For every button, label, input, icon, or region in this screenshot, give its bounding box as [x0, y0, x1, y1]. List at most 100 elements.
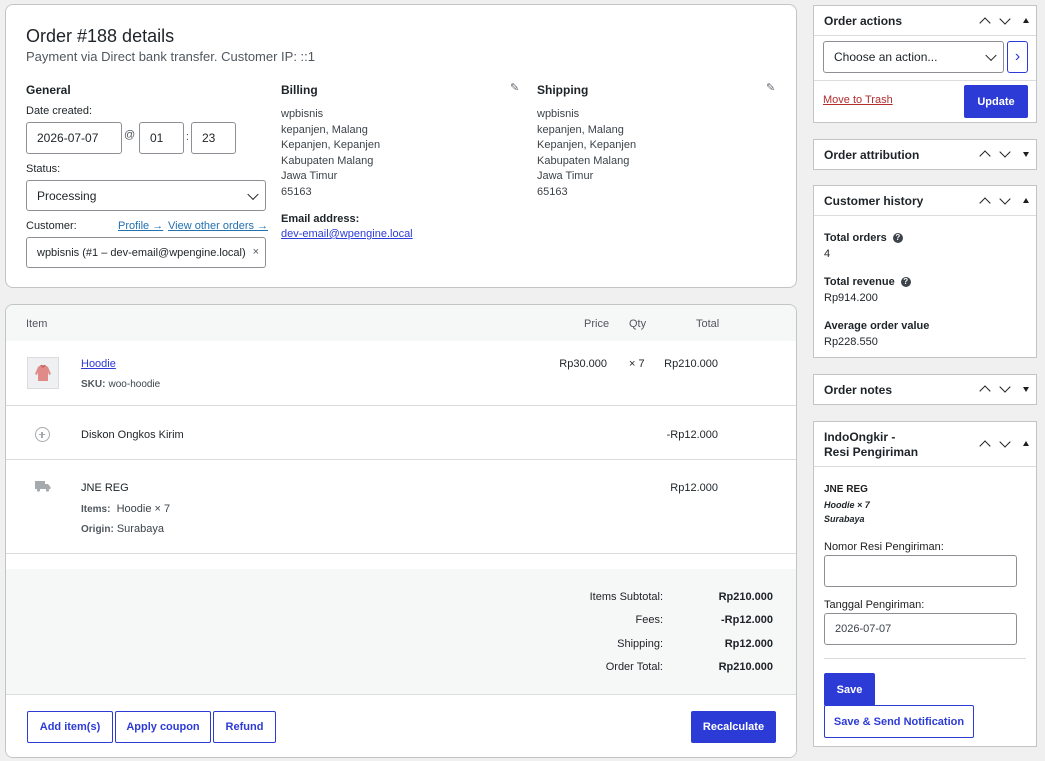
customer-profile-link[interactable]: Profile → [118, 220, 163, 232]
status-value: Processing [37, 188, 97, 203]
row-divider [6, 553, 796, 554]
order-items-panel: Item Price Qty Total Hoodie SKU: woo-hoo… [5, 304, 797, 758]
order-total-value: Rp210.000 [718, 661, 773, 673]
row-divider [6, 405, 796, 406]
move-down-icon[interactable] [999, 193, 1011, 205]
customer-value: wpbisnis (#1 – dev-email@wpengine.local) [37, 246, 246, 259]
move-up-icon[interactable] [979, 17, 991, 29]
order-subtitle: Payment via Direct bank transfer. Custom… [26, 49, 316, 64]
expand-toggle-icon[interactable] [1023, 387, 1029, 392]
total-revenue-label: Total revenue [824, 276, 895, 288]
average-order-value: Rp228.550 [824, 336, 878, 348]
truck-icon [35, 481, 51, 492]
minute-input[interactable]: 23 [191, 122, 236, 154]
col-total: Total [696, 318, 720, 330]
customer-label: Customer: [26, 220, 77, 232]
collapse-toggle-icon[interactable] [1023, 198, 1029, 203]
order-notes-title: Order notes [824, 383, 893, 397]
refund-button[interactable]: Refund [213, 711, 276, 743]
order-total-label: Order Total: [605, 661, 663, 673]
edit-shipping-pencil-icon[interactable]: ✎ [766, 81, 775, 94]
items-subtotal-value: Rp210.000 [718, 591, 773, 603]
help-icon[interactable]: ? [892, 233, 903, 243]
move-down-icon[interactable] [999, 146, 1011, 158]
page-title: Order #188 details [26, 26, 175, 46]
shipping-method-name: JNE REG [81, 482, 129, 494]
resi-input[interactable] [824, 555, 1017, 587]
chevron-down-icon [247, 188, 259, 200]
edit-billing-pencil-icon[interactable]: ✎ [510, 81, 519, 94]
order-actions-title: Order actions [824, 14, 903, 28]
fees-value: -Rp12.000 [721, 614, 773, 626]
shipping-date-label: Tanggal Pengiriman: [824, 599, 925, 611]
total-orders-value: 4 [824, 248, 831, 260]
move-down-icon[interactable] [999, 436, 1011, 448]
expand-toggle-icon[interactable] [1023, 152, 1029, 157]
hoodie-icon [35, 364, 51, 381]
order-action-select[interactable]: Choose an action... [823, 41, 1004, 73]
move-up-icon[interactable] [979, 150, 991, 162]
at-separator: @ [124, 129, 136, 141]
collapse-toggle-icon[interactable] [1023, 18, 1029, 23]
move-down-icon[interactable] [999, 13, 1011, 25]
average-order-label: Average order value [824, 320, 930, 332]
product-thumbnail[interactable] [27, 357, 59, 389]
status-label: Status: [26, 163, 61, 175]
save-button[interactable]: Save [824, 673, 875, 706]
chevron-down-icon [985, 49, 997, 62]
customer-history-title: Customer history [824, 194, 924, 208]
collapse-toggle-icon[interactable] [1023, 441, 1029, 446]
shipping-date-input[interactable]: 2026-07-07 [824, 613, 1017, 645]
col-price: Price [584, 318, 610, 330]
item-total: Rp210.000 [664, 358, 718, 370]
move-up-icon[interactable] [979, 385, 991, 397]
help-icon[interactable]: ? [900, 277, 911, 287]
customer-history-box: Customer history Total orders? 4 Total r… [813, 185, 1037, 358]
courier-origin: Surabaya [824, 514, 865, 524]
shipping-heading: Shipping [537, 83, 589, 97]
clear-customer-icon[interactable]: × [253, 246, 259, 258]
chevron-right-icon: › [1014, 48, 1021, 65]
move-to-trash-link[interactable]: Move to Trash [823, 94, 893, 106]
total-revenue-value: Rp914.200 [824, 292, 878, 304]
add-items-button[interactable]: Add item(s) [27, 711, 113, 743]
move-up-icon[interactable] [979, 440, 991, 452]
shipping-items-label: Items: [81, 504, 111, 515]
apply-action-button[interactable]: › [1007, 41, 1028, 73]
apply-coupon-button[interactable]: Apply coupon [115, 711, 211, 743]
customer-select[interactable]: wpbisnis (#1 – dev-email@wpengine.local)… [26, 237, 266, 268]
shipping-items-value: Hoodie × 7 [116, 503, 171, 515]
billing-heading: Billing [281, 83, 318, 97]
time-colon: : [186, 131, 190, 143]
col-qty: Qty [629, 318, 647, 330]
plus-circle-icon [35, 427, 50, 442]
fee-total: -Rp12.000 [666, 429, 718, 441]
move-down-icon[interactable] [999, 381, 1011, 393]
save-send-notification-button[interactable]: Save & Send Notification [824, 705, 974, 738]
status-select[interactable]: Processing [26, 180, 266, 211]
shipping-address: wpbisnis kepanjen, Malang Kepanjen, Kepa… [537, 108, 637, 198]
date-created-input[interactable]: 2026-07-07 [26, 122, 122, 154]
divider [824, 658, 1026, 659]
order-notes-box: Order notes [813, 374, 1037, 405]
indoongkir-box: IndoOngkir - Resi Pengiriman JNE REG Hoo… [813, 421, 1037, 747]
date-created-label: Date created: [26, 105, 93, 117]
billing-email-link[interactable]: dev-email@wpengine.local [281, 228, 413, 240]
items-table-header: Item Price Qty Total [6, 305, 796, 341]
product-name-link[interactable]: Hoodie [81, 358, 116, 370]
hour-input[interactable]: 01 [139, 122, 184, 154]
courier-items: Hoodie × 7 [824, 500, 870, 510]
update-button[interactable]: Update [964, 85, 1028, 118]
courier-name: JNE REG [824, 484, 868, 495]
view-other-orders-link[interactable]: View other orders → [168, 220, 268, 232]
move-up-icon[interactable] [979, 197, 991, 209]
fee-name: Diskon Ongkos Kirim [81, 429, 184, 441]
items-subtotal-label: Items Subtotal: [589, 591, 663, 603]
shipping-origin-label: Origin: [81, 524, 114, 535]
col-item: Item [26, 318, 48, 330]
sku-value: woo-hoodie [108, 379, 161, 390]
total-orders-label: Total orders [824, 232, 887, 244]
recalculate-button[interactable]: Recalculate [691, 711, 776, 743]
shipping-origin-value: Surabaya [116, 523, 164, 535]
order-actions-box: Order actions Choose an action... › Move… [813, 5, 1037, 123]
